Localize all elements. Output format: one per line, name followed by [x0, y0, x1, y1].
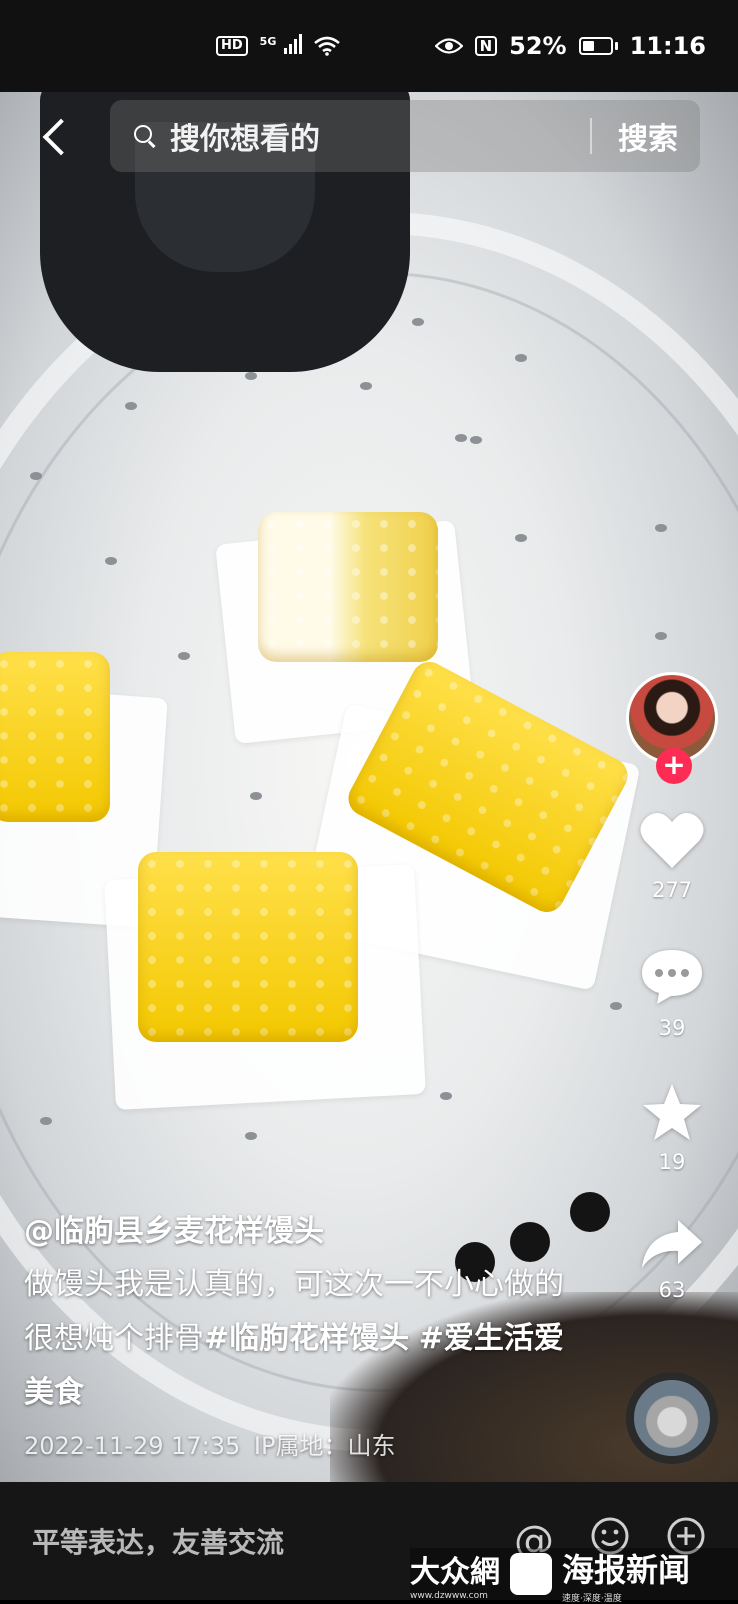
dazhong-logo: 大众網 www.dzwww.com — [410, 1547, 500, 1601]
comment-button[interactable]: 39 — [626, 946, 718, 1040]
eye-icon — [434, 38, 463, 54]
post-date: 2022-11-29 17:35 — [24, 1432, 241, 1460]
search-button[interactable]: 搜索 — [618, 114, 678, 158]
favorite-count: 19 — [658, 1150, 686, 1174]
video-caption: @临朐县乡麦花样馒头 做馒头我是认真的，可这次一不小心做的很想炖个排骨#临朐花样… — [24, 1206, 584, 1461]
like-count: 277 — [651, 878, 693, 902]
search-bar[interactable]: 搜你想看的 搜索 — [110, 100, 700, 172]
network-type: 5G — [259, 35, 277, 48]
wifi-icon — [314, 36, 340, 56]
share-count: 63 — [658, 1278, 686, 1302]
heart-icon — [639, 813, 705, 874]
battery-percent: 52% — [509, 32, 567, 60]
clock: 11:16 — [629, 32, 706, 60]
favorite-button[interactable]: 19 — [626, 1082, 718, 1174]
hd-badge: HD — [216, 36, 248, 56]
signal-icon: 5G — [260, 32, 302, 60]
nfc-icon: N — [474, 36, 498, 56]
hashtag-link[interactable]: #临朐花样馒头 — [204, 1321, 409, 1356]
music-disc[interactable] — [626, 1372, 718, 1464]
battery-icon — [578, 37, 618, 55]
star-icon — [641, 1084, 703, 1146]
haibao-logo: 海报新闻 速度·深度·温度 — [562, 1545, 690, 1604]
watermark-brand-1: 大众網 — [410, 1555, 500, 1590]
watermark-brand-2-sub: 速度·深度·温度 — [562, 1593, 622, 1604]
watermark-brand-2: 海报新闻 — [562, 1550, 691, 1589]
like-button[interactable]: 277 — [626, 810, 718, 902]
watermark: 大众網 www.dzwww.com 海报新闻 速度·深度·温度 — [410, 1547, 738, 1604]
search-divider — [590, 118, 592, 154]
comment-icon — [639, 950, 705, 1012]
search-input[interactable]: 搜你想看的 — [170, 114, 590, 158]
video-description: 做馒头我是认真的，可这次一不小心做的很想炖个排骨#临朐花样馒头 #爱生活爱美食 — [24, 1258, 584, 1420]
comment-count: 39 — [658, 1016, 686, 1040]
search-icon — [132, 123, 158, 149]
status-bar: HD 5G N 52% 11:16 — [0, 0, 738, 92]
share-arrow-icon — [640, 1220, 704, 1274]
corn-bun-4 — [138, 852, 358, 1042]
share-button[interactable]: 63 — [626, 1218, 718, 1302]
post-meta: 2022-11-29 17:35 IP属地：山东 — [24, 1426, 584, 1461]
corn-bun-2 — [0, 652, 110, 822]
status-left: HD 5G — [216, 32, 340, 60]
corn-bun-1 — [258, 512, 438, 662]
status-right: N 52% 11:16 — [434, 32, 706, 60]
back-icon[interactable] — [38, 118, 72, 158]
follow-button[interactable]: + — [656, 748, 692, 784]
haibao-logo-icon — [510, 1553, 552, 1595]
ip-location: IP属地：山东 — [253, 1432, 396, 1460]
author-name[interactable]: @临朐县乡麦花样馒头 — [24, 1206, 584, 1250]
